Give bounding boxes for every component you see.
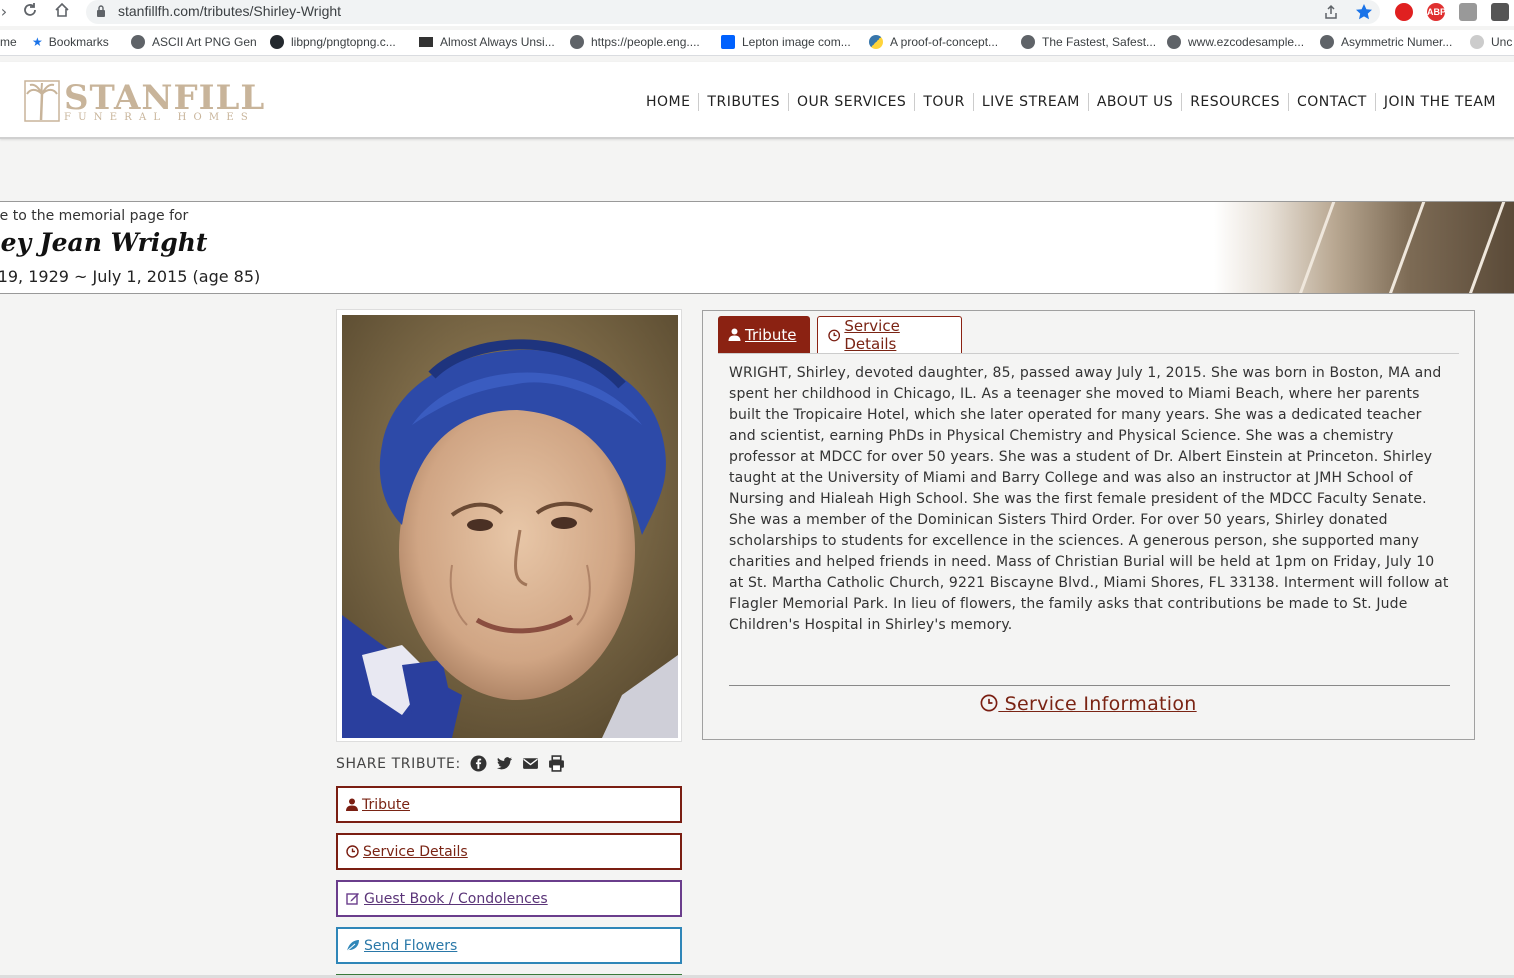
- extension-icon[interactable]: [1395, 3, 1413, 21]
- star-icon: ★: [32, 35, 43, 49]
- twitter-icon[interactable]: [496, 755, 513, 772]
- menu-icon: [419, 37, 433, 47]
- share-label: SHARE TRIBUTE:: [336, 755, 461, 772]
- extension-puzzle-icon[interactable]: [1459, 3, 1477, 21]
- profile-icon[interactable]: [1491, 3, 1509, 21]
- divider: [729, 685, 1450, 686]
- logo-tagline: FUNERAL HOMES: [64, 112, 255, 123]
- bookmark-item[interactable]: me: [0, 35, 17, 49]
- bookmark-item[interactable]: Asymmetric Numer...: [1320, 35, 1452, 49]
- nav-tour[interactable]: TOUR: [914, 93, 973, 111]
- bookmark-item[interactable]: Unc: [1470, 35, 1512, 49]
- tab-service-details[interactable]: Service Details: [817, 316, 962, 353]
- sidebar-guest-book-button[interactable]: Guest Book / Condolences: [336, 880, 682, 917]
- tab-tribute-label: Tribute: [745, 325, 797, 344]
- sidebar-tribute-label: Tribute: [362, 796, 411, 813]
- print-icon[interactable]: [548, 755, 565, 772]
- sidebar-service-details-label: Service Details: [363, 843, 468, 860]
- globe-icon: [570, 35, 584, 49]
- email-icon[interactable]: [522, 755, 539, 772]
- share-tribute: SHARE TRIBUTE:: [336, 755, 565, 772]
- palm-tree-icon: [24, 80, 60, 122]
- nav-join-the-team[interactable]: JOIN THE TEAM: [1374, 93, 1504, 111]
- share-page-icon[interactable]: [1323, 4, 1339, 20]
- nav-tributes[interactable]: TRIBUTES: [698, 93, 788, 111]
- person-icon: [728, 328, 741, 341]
- bookmark-item[interactable]: ASCII Art PNG Gen: [131, 35, 257, 49]
- clock-icon: [346, 845, 359, 858]
- portrait-photo: [342, 315, 678, 738]
- service-information-label: Service Information: [998, 693, 1197, 715]
- clock-icon: [980, 694, 998, 712]
- globe-icon: [1021, 35, 1035, 49]
- portrait-frame: [336, 309, 682, 742]
- lock-icon: [97, 5, 105, 17]
- facebook-icon[interactable]: [470, 755, 487, 772]
- browser-toolbar: › stanfillfh.com/tributes/Shirley-Wright…: [0, 0, 1514, 26]
- bookmark-item[interactable]: www.ezcodesample...: [1167, 35, 1304, 49]
- bookmark-item[interactable]: The Fastest, Safest...: [1021, 35, 1156, 49]
- obituary-text: WRIGHT, Shirley, devoted daughter, 85, p…: [729, 365, 1449, 633]
- tribute-panel: Tribute Service Details WRIGHT, Shirley,…: [702, 310, 1475, 740]
- tab-tribute[interactable]: Tribute: [718, 316, 810, 353]
- deceased-name: rley Jean Wright: [0, 228, 208, 257]
- dropbox-icon: [721, 35, 735, 49]
- bookmark-item[interactable]: Lepton image com...: [721, 35, 851, 49]
- service-information-link[interactable]: Service Information: [703, 693, 1474, 715]
- edit-icon: [346, 893, 359, 905]
- sidebar-tribute-button[interactable]: Tribute: [336, 786, 682, 823]
- python-icon: [869, 35, 883, 49]
- nav-our-services[interactable]: OUR SERVICES: [787, 93, 914, 111]
- tab-service-details-label: Service Details: [844, 317, 900, 353]
- main-navigation: HOME TRIBUTES OUR SERVICES TOUR LIVE STR…: [638, 93, 1504, 111]
- site-header: STANFILL FUNERAL HOMES HOME TRIBUTES OUR…: [0, 62, 1514, 139]
- bookmark-item[interactable]: https://people.eng....: [570, 35, 700, 49]
- bookmarks-bar: me ★ Bookmarks ASCII Art PNG Gen libpng/p…: [0, 30, 1514, 56]
- reload-icon[interactable]: [20, 2, 40, 22]
- nav-live-stream[interactable]: LIVE STREAM: [972, 93, 1088, 111]
- home-icon[interactable]: [52, 2, 72, 22]
- memorial-banner: me to the memorial page for rley Jean Wr…: [0, 201, 1514, 294]
- url-text[interactable]: stanfillfh.com/tributes/Shirley-Wright: [118, 3, 341, 19]
- bookmark-item[interactable]: libpng/pngtopng.c...: [270, 35, 396, 49]
- nav-home[interactable]: HOME: [638, 93, 698, 111]
- bookmark-star-icon[interactable]: [1355, 3, 1373, 21]
- sidebar-send-flowers-label: Send Flowers: [364, 937, 458, 954]
- back-icon[interactable]: ›: [0, 2, 14, 22]
- bookmarks-folder[interactable]: ★ Bookmarks: [32, 35, 109, 49]
- welcome-text: me to the memorial page for: [0, 208, 189, 224]
- globe-icon: [1470, 35, 1484, 49]
- nav-resources[interactable]: RESOURCES: [1181, 93, 1288, 111]
- bookmark-item[interactable]: Almost Always Unsi...: [419, 35, 555, 49]
- nav-contact[interactable]: CONTACT: [1287, 93, 1375, 111]
- globe-icon: [1320, 35, 1334, 49]
- sidebar-send-flowers-button[interactable]: Send Flowers: [336, 927, 682, 964]
- clock-icon: [828, 329, 841, 341]
- life-dates: st 19, 1929 ~ July 1, 2015 (age 85): [0, 267, 261, 286]
- logo-wordmark: STANFILL: [64, 78, 266, 118]
- bookmark-item[interactable]: A proof-of-concept...: [869, 35, 998, 49]
- person-icon: [346, 798, 358, 811]
- globe-icon: [131, 35, 145, 49]
- leaf-icon: [346, 940, 359, 952]
- banner-image: [1214, 202, 1514, 293]
- tribute-tabs: Tribute Service Details: [718, 316, 1459, 354]
- github-icon: [270, 35, 284, 49]
- sidebar-guest-book-label: Guest Book / Condolences: [364, 890, 548, 907]
- nav-about-us[interactable]: ABOUT US: [1087, 93, 1181, 111]
- sidebar-service-details-button[interactable]: Service Details: [336, 833, 682, 870]
- adblock-icon[interactable]: ABP: [1427, 3, 1446, 21]
- globe-icon: [1167, 35, 1181, 49]
